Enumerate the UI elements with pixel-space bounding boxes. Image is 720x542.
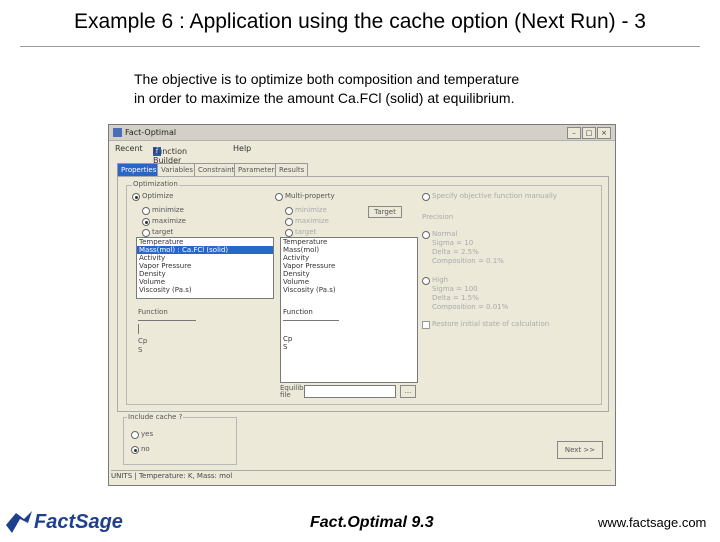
property-list-2[interactable]: Temperature Mass(mol) Activity Vapor Pre…	[280, 237, 418, 383]
maximize-icon[interactable]: □	[582, 127, 596, 139]
tab-variables[interactable]: Variables	[157, 163, 197, 176]
normal-precision-label: Normal	[432, 230, 458, 238]
objective-text: The objective is to optimize both compos…	[134, 70, 519, 108]
cache-yes-label: yes	[141, 430, 154, 438]
app-icon	[113, 128, 122, 137]
tab-properties[interactable]: Properties	[117, 163, 161, 176]
cache-no-radio[interactable]	[131, 446, 139, 454]
high-composition: Composition = 0.01%	[432, 303, 509, 311]
multi-property-label: Multi-property	[285, 192, 335, 200]
list-item[interactable]: Density	[137, 270, 273, 278]
cp-label-2: Cp	[283, 335, 293, 343]
manual-function-radio[interactable]	[422, 193, 430, 201]
maximize-label: maximize	[152, 217, 186, 225]
optimize-radio-label: Optimize	[142, 192, 174, 200]
objective-line-2: in order to maximize the amount Ca.FCl (…	[134, 90, 515, 106]
list-item[interactable]: Temperature	[137, 238, 273, 246]
target-radio[interactable]	[142, 229, 150, 237]
list-item[interactable]: Viscosity (Pa.s)	[281, 286, 417, 294]
minimize-label: minimize	[152, 206, 184, 214]
footer-product: Fact.Optimal 9.3	[310, 514, 434, 531]
property-list-1[interactable]: Temperature Mass(mol) : Ca.FCl (solid) A…	[136, 237, 274, 299]
high-precision-label: High	[432, 276, 449, 284]
browse-button[interactable]: ...	[400, 385, 416, 398]
list-item[interactable]: Viscosity (Pa.s)	[137, 286, 273, 294]
objective-line-1: The objective is to optimize both compos…	[134, 71, 520, 87]
maximize-radio-2[interactable]	[285, 218, 293, 226]
menu-help[interactable]: Help	[233, 144, 251, 153]
target-button[interactable]: Target	[368, 206, 402, 218]
list-item[interactable]: Density	[281, 270, 417, 278]
normal-composition: Composition = 0.1%	[432, 257, 504, 265]
function-field-1[interactable]	[138, 320, 196, 321]
normal-sigma: Sigma = 10	[432, 239, 474, 247]
restore-state-checkbox[interactable]	[422, 321, 430, 329]
equilib-file-input[interactable]	[304, 385, 396, 398]
equilib-file-label: Equilib file	[280, 384, 304, 399]
menu-recent[interactable]: Recent	[115, 144, 143, 153]
s-label-2: S	[283, 343, 288, 351]
target-label: target	[152, 228, 174, 236]
list-item[interactable]: Temperature	[281, 238, 417, 246]
cache-no-label: no	[141, 445, 150, 453]
minimize-radio[interactable]	[142, 207, 150, 215]
minimize-icon[interactable]: –	[567, 127, 581, 139]
target-label-2: target	[295, 228, 317, 236]
cache-yes-radio[interactable]	[131, 431, 139, 439]
footer-url[interactable]: www.factsage.com	[598, 515, 706, 530]
precision-label: Precision	[422, 213, 454, 221]
list-item[interactable]: Volume	[137, 278, 273, 286]
high-precision-radio[interactable]	[422, 277, 430, 285]
factsage-logo-mark	[6, 511, 32, 533]
function-label-1: Function	[138, 308, 168, 316]
window-title: Fact-Optimal	[125, 128, 177, 137]
function-field-2[interactable]	[283, 320, 339, 321]
list-item[interactable]: Vapor Pressure	[281, 262, 417, 270]
manual-function-label: Specify objective function manually	[432, 192, 558, 200]
maximize-radio[interactable]	[142, 218, 150, 226]
high-sigma: Sigma = 100	[432, 285, 478, 293]
cp-label-1: Cp	[138, 337, 148, 345]
properties-panel: Optimization Optimize minimize maximize …	[117, 176, 609, 412]
fact-optimal-window: Fact-Optimal – □ × Recent f Function Buil…	[108, 124, 616, 486]
cache-group-label: Include cache ?	[127, 413, 184, 421]
restore-state-label: Restore initial state of calculation	[432, 320, 550, 328]
high-delta: Delta = 1.5%	[432, 294, 479, 302]
window-titlebar: Fact-Optimal – □ ×	[109, 125, 615, 141]
cache-group	[123, 417, 237, 465]
multi-property-radio[interactable]	[275, 193, 283, 201]
target-radio-2[interactable]	[285, 229, 293, 237]
title-divider	[20, 46, 700, 47]
minimize-radio-2[interactable]	[285, 207, 293, 215]
close-icon[interactable]: ×	[597, 127, 611, 139]
tab-results[interactable]: Results	[275, 163, 309, 176]
function-label-2: Function	[283, 308, 313, 316]
status-bar: UNITS | Temperature: K, Mass: mol	[111, 470, 611, 482]
list-item-selected[interactable]: Mass(mol) : Ca.FCl (solid)	[137, 246, 273, 254]
maximize-label-2: maximize	[295, 217, 329, 225]
optimize-radio[interactable]	[132, 193, 140, 201]
s-label-1: S	[138, 346, 143, 354]
normal-delta: Delta = 2.5%	[432, 248, 479, 256]
minimize-label-2: minimize	[295, 206, 327, 214]
list-item[interactable]: Activity	[281, 254, 417, 262]
factsage-logo: FactSage	[4, 507, 123, 537]
optimization-group-label: Optimization	[132, 180, 179, 188]
text-cursor	[138, 324, 139, 334]
list-item[interactable]: Volume	[281, 278, 417, 286]
menu-bar: Recent f Function Builder Help	[109, 141, 615, 165]
next-button[interactable]: Next >>	[557, 441, 603, 459]
list-item[interactable]: Vapor Pressure	[137, 262, 273, 270]
list-item[interactable]: Activity	[137, 254, 273, 262]
factsage-logo-text: FactSage	[34, 511, 123, 533]
list-item[interactable]: Mass(mol)	[281, 246, 417, 254]
normal-precision-radio[interactable]	[422, 231, 430, 239]
slide-title: Example 6 : Application using the cache …	[74, 10, 646, 33]
